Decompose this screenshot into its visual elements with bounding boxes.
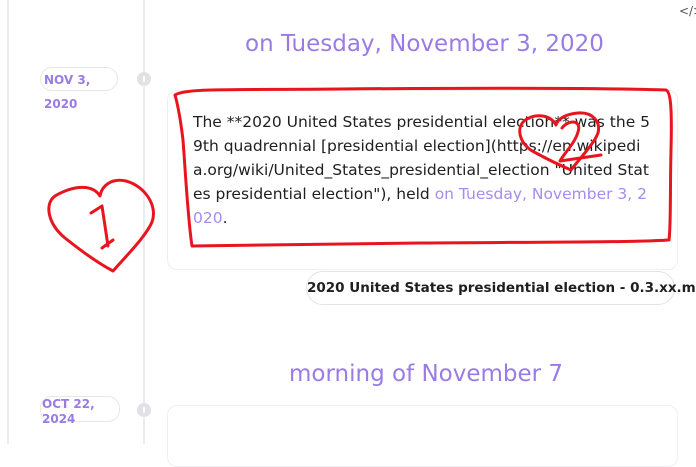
- annotation-overlay: [47, 86, 673, 273]
- annotation-highlight-box: [173, 86, 673, 248]
- annotation-digit-1-icon: [89, 204, 115, 250]
- annotation-heart-1-icon: [47, 178, 155, 273]
